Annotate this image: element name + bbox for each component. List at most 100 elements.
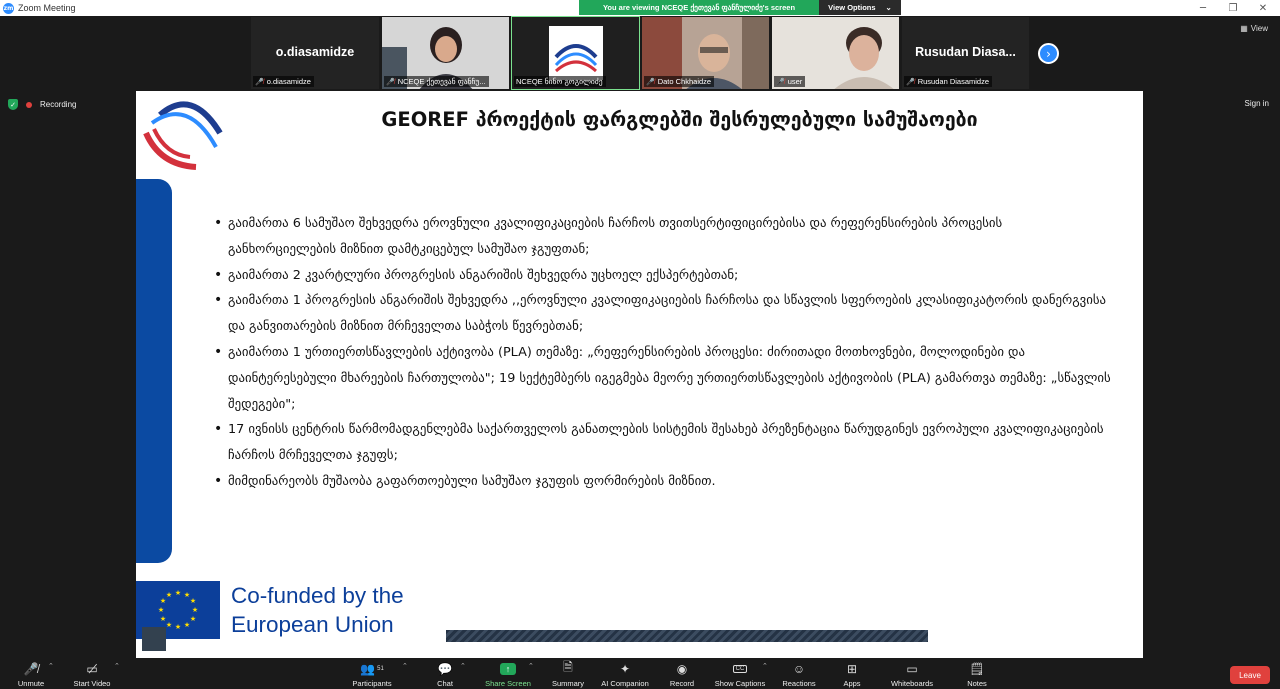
reactions-label: Reactions (782, 679, 816, 688)
chevron-up-icon[interactable]: ⌃ (460, 662, 466, 670)
record-icon: ◉ (676, 661, 688, 676)
list-item: მიმდინარეობს მუშაობა გაფართოებული სამუშა… (214, 469, 1114, 495)
participant-name: Dato Chkhaidze (657, 77, 712, 86)
participant-name-label: 🎤̸ Dato Chkhaidze (644, 76, 715, 87)
participant-name: o.diasamidze (266, 77, 311, 86)
sign-in-link[interactable]: Sign in (1245, 99, 1269, 108)
window-title: Zoom Meeting (18, 3, 76, 13)
shield-icon: ✓ (8, 99, 18, 110)
participant-name-label: 🎤̸ NCEQE ქეთევან ფანჩუ... (384, 76, 489, 87)
notes-button[interactable]: 🗒 Notes (942, 660, 1012, 689)
bullet-list: გაიმართა 6 სამუშაო შეხვედრა ეროვნული კვა… (214, 211, 1114, 495)
participant-big-name: o.diasamidze (275, 45, 355, 59)
list-item: გაიმართა 6 სამუშაო შეხვედრა ეროვნული კვა… (214, 211, 1114, 263)
grid-icon: ▦ (1240, 24, 1248, 33)
svg-text:★: ★ (158, 606, 164, 614)
svg-text:★: ★ (166, 591, 172, 599)
participant-name: NCEQE ნინო გოგილიძე (516, 77, 603, 86)
list-item: გაიმართა 2 კვარტლური პროგრესის ანგარიშის… (214, 263, 1114, 289)
view-button[interactable]: ▦ View (1240, 24, 1268, 33)
ai-companion-label: AI Companion (601, 679, 649, 688)
chevron-up-icon[interactable]: ⌃ (48, 662, 54, 670)
share-screen-icon: ↑ (500, 662, 516, 675)
meeting-toolbar: 🎤̸ Unmute ⌃ ▭̸ Start Video ⌃ 👥 51 Partici… (0, 658, 1280, 689)
record-label: Record (669, 679, 695, 688)
svg-text:★: ★ (192, 606, 198, 614)
close-icon[interactable]: ✕ (1248, 0, 1278, 16)
participants-count: 51 (377, 665, 384, 672)
eu-funding-text: Co-funded by the European Union (231, 581, 404, 639)
svg-text:★: ★ (160, 615, 166, 623)
chevron-up-icon[interactable]: ⌃ (402, 662, 408, 670)
participant-name: NCEQE ქეთევან ფანჩუ... (397, 77, 486, 86)
participants-label: Participants (352, 679, 392, 688)
eu-line-1: Co-funded by the (231, 583, 404, 608)
captions-icon: CC (732, 660, 748, 677)
participant-tile[interactable]: 🎤̸ Dato Chkhaidze (641, 16, 770, 90)
notes-icon: 🗒 (969, 661, 985, 676)
recording-label: Recording (40, 100, 77, 109)
viewing-banner: You are viewing NCEQE ქეთევან ფანჩულიძე'… (579, 0, 901, 15)
whiteboards-label: Whiteboards (890, 679, 934, 688)
participant-name: user (787, 77, 803, 86)
view-options-button[interactable]: View Options ⌄ (819, 0, 901, 15)
view-options-label: View Options (828, 3, 876, 12)
share-screen-label: Share Screen (485, 679, 531, 688)
summary-label: Summary (551, 679, 585, 688)
sparkle-icon: ✦ (619, 661, 631, 676)
summary-icon: 🗎 (563, 660, 573, 674)
participant-name-label: 🎤̸ o.diasamidze (253, 76, 314, 87)
zoom-logo-icon: zm (3, 2, 14, 14)
whiteboard-icon: ▭ (906, 661, 918, 676)
participant-tile[interactable]: o.diasamidze 🎤̸ o.diasamidze (250, 16, 380, 90)
mic-muted-icon: 🎤̸ (906, 78, 915, 86)
svg-text:★: ★ (166, 621, 172, 629)
restore-icon[interactable]: ❐ (1218, 0, 1248, 16)
participant-tile-active[interactable]: NCEQE ნინო გოგილიძე (511, 16, 640, 90)
mic-off-icon: 🎤̸ (23, 661, 39, 676)
participant-name: Rusudan Diasamidze (917, 77, 990, 86)
view-label: View (1250, 24, 1268, 33)
slide-title: GEOREF პროექტის ფარგლებში შესრულებული სა… (381, 108, 978, 131)
mic-muted-icon: 🎤̸ (646, 78, 655, 86)
recording-indicator: ✓ Recording (8, 99, 76, 110)
svg-text:★: ★ (184, 621, 190, 629)
smiley-icon: ☺ (792, 661, 806, 676)
chevron-right-icon: › (1046, 46, 1051, 61)
list-item: გაიმართა 1 ურთიერთსწავლების აქტივობა (PL… (214, 340, 1114, 417)
decorative-stripe-bar (446, 630, 928, 642)
shared-screen-slide: GEOREF პროექტის ფარგლებში შესრულებული სა… (136, 91, 1143, 658)
decorative-blue-bar (136, 179, 172, 563)
next-page-button[interactable]: › (1038, 43, 1059, 64)
eu-line-2: European Union (231, 612, 394, 637)
chat-button[interactable]: 💬 Chat (410, 660, 480, 689)
apps-icon: ⊞ (846, 661, 858, 676)
participant-big-name: Rusudan Diasa... (915, 45, 1016, 59)
whiteboards-button[interactable]: ▭ Whiteboards (877, 660, 947, 689)
unmute-label: Unmute (17, 679, 45, 688)
start-video-label: Start Video (73, 679, 111, 688)
viewing-message: You are viewing NCEQE ქეთევან ფანჩულიძე'… (579, 0, 819, 15)
chevron-down-icon: ⌄ (885, 3, 892, 12)
chat-label: Chat (437, 679, 453, 688)
leave-button[interactable]: Leave (1230, 666, 1270, 684)
participant-tile[interactable]: 🎤̸ user (771, 16, 900, 90)
nceqe-logo-icon (143, 101, 223, 170)
participant-tile[interactable]: 🎤̸ NCEQE ქეთევან ფანჩუ... (381, 16, 510, 90)
participant-tile[interactable]: Rusudan Diasa... 🎤̸ Rusudan Diasamidze (901, 16, 1030, 90)
mic-muted-icon: 🎤̸ (386, 78, 395, 86)
minimize-icon[interactable]: ─ (1188, 0, 1218, 16)
chevron-up-icon[interactable]: ⌃ (114, 662, 120, 670)
notes-label: Notes (967, 679, 987, 688)
participant-name-label: NCEQE ნინო გოგილიძე (514, 76, 606, 87)
video-off-icon: ▭̸ (86, 661, 98, 676)
apps-label: Apps (843, 679, 861, 688)
mic-muted-icon: 🎤̸ (776, 78, 785, 86)
participants-icon: 👥 51 (360, 661, 384, 676)
captions-icon-text: CC (732, 664, 748, 673)
participants-button[interactable]: 👥 51 Participants (337, 660, 407, 689)
participant-name-label: 🎤̸ Rusudan Diasamidze (904, 76, 993, 87)
svg-text:★: ★ (190, 597, 196, 605)
participant-name-label: 🎤̸ user (774, 76, 806, 87)
participant-gallery: o.diasamidze 🎤̸ o.diasamidze 🎤̸ NCEQE ქე… (0, 16, 1280, 91)
